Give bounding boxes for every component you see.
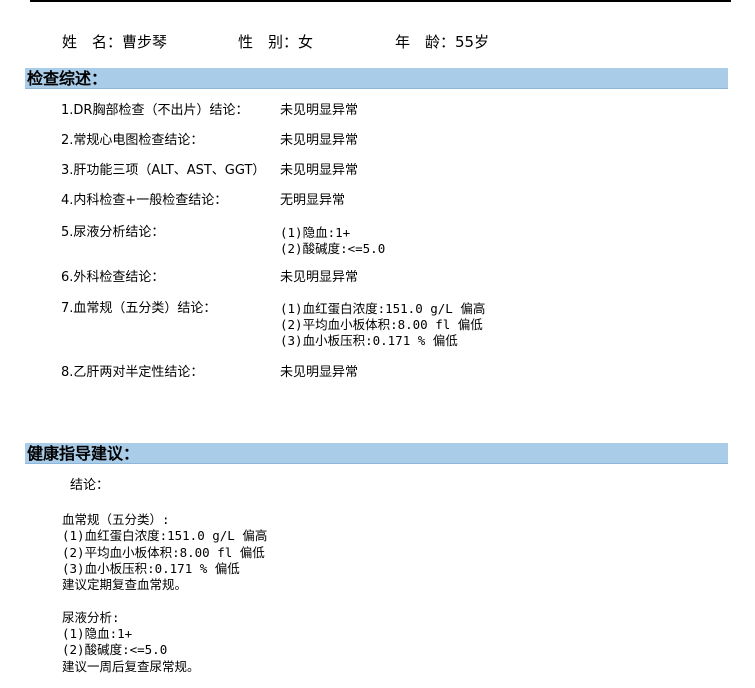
age-label: 年 龄： [395, 33, 456, 51]
advice-line [62, 593, 267, 609]
gender-value: 女 [298, 33, 314, 51]
advice-line: 建议定期复查血常规。 [62, 577, 188, 593]
summary-item-label: 8.乙肝两对半定性结论： [61, 365, 204, 380]
summary-item-value: 未见明显异常 [280, 133, 358, 149]
summary-value-line: 未见明显异常 [280, 103, 359, 118]
summary-item-value: 未见明显异常 [280, 163, 358, 179]
advice-line: (1)血红蛋白浓度:151.0 g/L 偏高 [62, 528, 268, 544]
summary-value-line: 未见明显异常 [280, 270, 359, 285]
advice-line: (1)隐血:1+ [62, 626, 133, 642]
patient-age: 年 龄：55岁 [395, 32, 489, 52]
advice-line: 尿液分析: [62, 609, 120, 625]
summary-value-line: 未见明显异常 [280, 163, 359, 178]
summary-value-line: (2)酸碱度:<=5.0 [280, 241, 386, 256]
summary-item-value: 未见明显异常 [280, 103, 358, 119]
summary-item-label: 4.内科检查+一般检查结论： [61, 193, 228, 208]
advice-line: (2)酸碱度:<=5.0 [62, 642, 168, 658]
conclusion-label: 结论： [70, 478, 110, 493]
summary-item-value: 未见明显异常 [280, 365, 358, 381]
summary-item-value: 未见明显异常 [280, 270, 358, 286]
advice-line: (2)平均血小板体积:8.00 fl 偏低 [62, 544, 265, 560]
summary-item-label: 1.DR胸部检查（不出片）结论： [61, 103, 249, 118]
summary-item-label: 6.外科检查结论： [61, 270, 165, 285]
name-label: 姓 名： [62, 33, 123, 51]
name-value: 曹步琴 [122, 33, 168, 51]
patient-name: 姓 名：曹步琴 [62, 32, 167, 52]
summary-value-line: (1)隐血:1+ [280, 225, 351, 240]
age-value: 55岁 [455, 33, 490, 51]
summary-item-value: 无明显异常 [280, 193, 345, 209]
gender-label: 性 别： [238, 33, 299, 51]
summary-value-line: (3)血小板压积:0.171 % 偏低 [280, 333, 458, 348]
summary-section-header: 检查综述： [25, 68, 728, 89]
advice-line: 血常规（五分类）: [62, 512, 170, 527]
summary-value-line: (1)血红蛋白浓度:151.0 g/L 偏高 [280, 301, 486, 316]
top-rule [30, 0, 731, 2]
summary-value-line: 未见明显异常 [280, 365, 359, 380]
advice-text: 血常规（五分类）: (1)血红蛋白浓度:151.0 g/L 偏高 (2)平均血小板体… [62, 512, 267, 675]
summary-item-label: 7.血常规（五分类）结论： [61, 301, 217, 316]
advice-line: 建议一周后复查尿常规。 [62, 658, 200, 674]
summary-item-value: (1)血红蛋白浓度:151.0 g/L 偏高 (2)平均血小板体积:8.00 fl… [280, 301, 485, 349]
summary-value-line: 无明显异常 [280, 193, 346, 208]
patient-gender: 性 别：女 [238, 32, 313, 52]
summary-item-value: (1)隐血:1+ (2)酸碱度:<=5.0 [280, 225, 385, 257]
summary-item-label: 3.肝功能三项（ALT、AST、GGT） [61, 163, 266, 178]
summary-item-label: 5.尿液分析结论： [61, 225, 165, 240]
summary-item-label: 2.常规心电图检查结论： [61, 133, 204, 148]
advice-line: (3)血小板压积:0.171 % 偏低 [62, 560, 240, 576]
summary-value-line: 未见明显异常 [280, 133, 359, 148]
summary-value-line: (2)平均血小板体积:8.00 fl 偏低 [280, 317, 483, 332]
advice-section-header: 健康指导建议： [25, 443, 728, 464]
